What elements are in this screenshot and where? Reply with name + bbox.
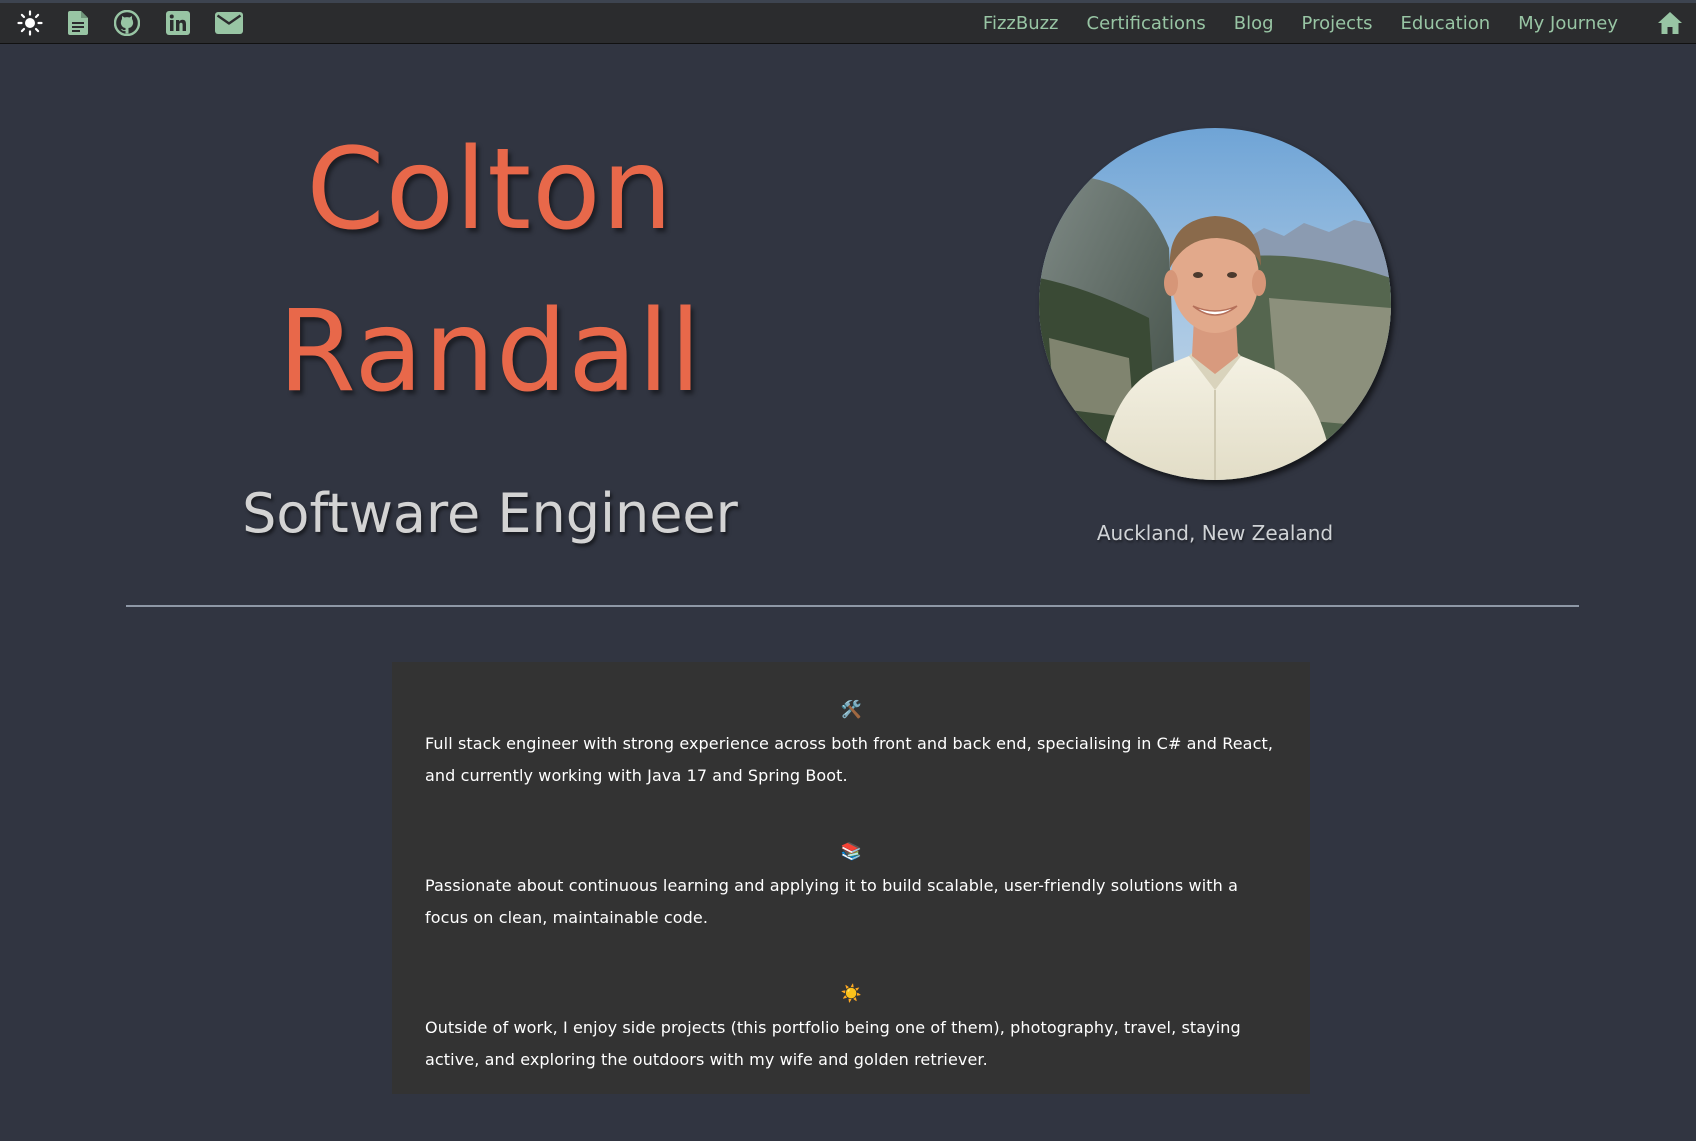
sun-emoji-icon: ☀️	[840, 984, 863, 1004]
about-card: 🛠️ Full stack engineer with strong exper…	[392, 662, 1310, 1094]
linkedin-icon[interactable]	[164, 8, 192, 38]
hero-role: Software Engineer	[242, 482, 738, 545]
github-icon[interactable]	[112, 8, 142, 38]
nav-link-certifications[interactable]: Certifications	[1087, 13, 1206, 34]
nav-link-my-journey[interactable]: My Journey	[1518, 13, 1618, 34]
about-item: 🛠️ Full stack engineer with strong exper…	[425, 700, 1278, 792]
section-divider	[126, 605, 1579, 607]
document-icon[interactable]	[64, 8, 92, 38]
hero-first-name: Colton	[306, 125, 674, 255]
books-icon: 📚	[840, 842, 863, 862]
nav-link-fizzbuzz[interactable]: FizzBuzz	[983, 13, 1059, 34]
email-icon[interactable]	[214, 8, 244, 38]
nav-social-icons	[0, 3, 244, 43]
about-text: Full stack engineer with strong experien…	[425, 734, 1274, 785]
nav-link-blog[interactable]: Blog	[1234, 13, 1274, 34]
nav-link-projects[interactable]: Projects	[1302, 13, 1373, 34]
hero-last-name: Randall	[278, 287, 702, 417]
about-text: Passionate about continuous learning and…	[425, 876, 1238, 927]
tools-icon: 🛠️	[840, 700, 863, 720]
top-navbar: FizzBuzz Certifications Blog Projects Ed…	[0, 0, 1696, 44]
sun-icon[interactable]	[14, 8, 46, 38]
nav-link-education[interactable]: Education	[1401, 13, 1491, 34]
nav-links: FizzBuzz Certifications Blog Projects Ed…	[983, 3, 1696, 43]
about-text: Outside of work, I enjoy side projects (…	[425, 1018, 1241, 1069]
about-item: 📚 Passionate about continuous learning a…	[425, 842, 1278, 934]
location-text: Auckland, New Zealand	[1096, 521, 1334, 545]
profile-photo	[1039, 128, 1391, 480]
about-item: ☀️ Outside of work, I enjoy side project…	[425, 984, 1278, 1076]
home-icon[interactable]	[1658, 12, 1682, 34]
